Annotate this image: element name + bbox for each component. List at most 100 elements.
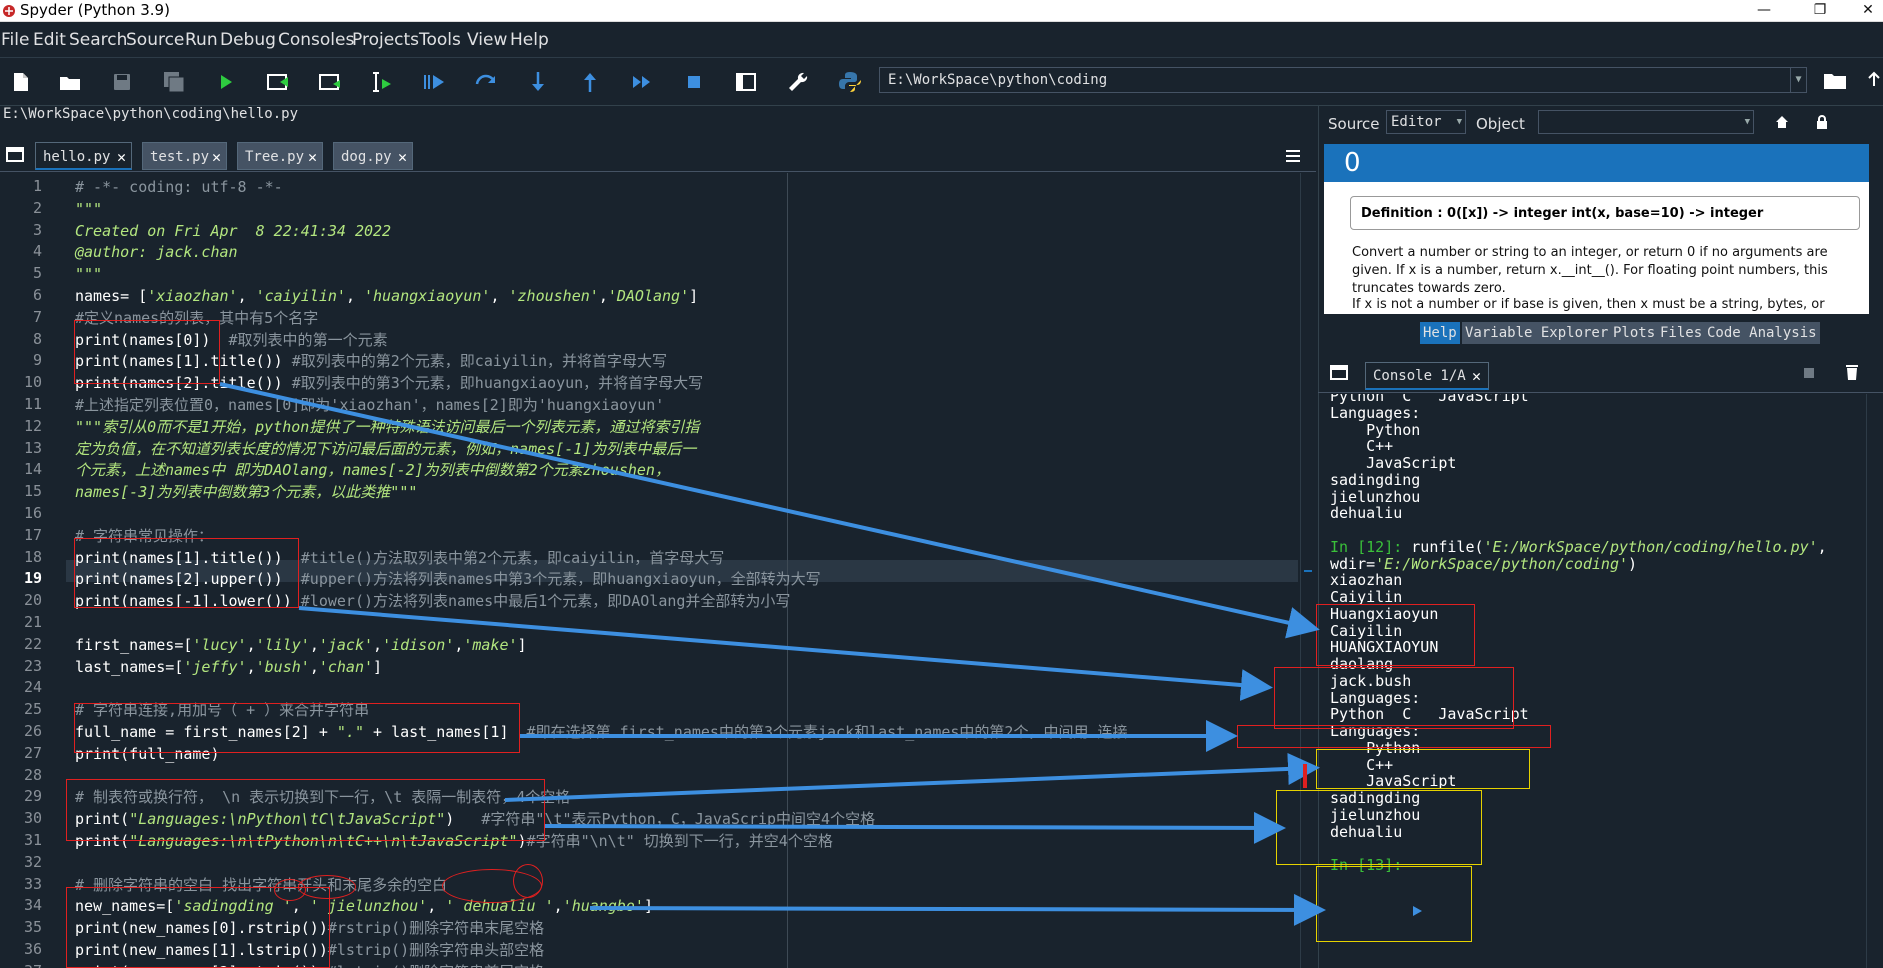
tab-code-analysis[interactable]: Code Analysis: [1704, 322, 1820, 344]
python-path-icon[interactable]: [836, 68, 864, 96]
code-token: #lower()方法将列表names中最后1个元素，即DAOlang并全部转为小…: [291, 592, 791, 611]
options-menu-icon[interactable]: [1284, 148, 1302, 164]
tab-dog-py[interactable]: dog.py ✕: [333, 142, 413, 170]
browse-tabs-icon[interactable]: [1330, 365, 1348, 381]
line-number: 25: [23, 700, 42, 719]
close-tab-icon[interactable]: ✕: [1472, 363, 1481, 389]
console-line: dehualiu: [1330, 503, 1402, 523]
menu-source[interactable]: Source: [126, 30, 184, 50]
object-combobox[interactable]: ▼: [1538, 110, 1754, 134]
help-title: 0: [1324, 144, 1869, 182]
code-token: #取列表中的第3个元素，即huangxiaoyun，并将首字母大写: [282, 374, 704, 393]
open-file-icon[interactable]: [56, 68, 84, 96]
stop-debug-icon[interactable]: [680, 68, 708, 96]
line-number: 26: [23, 722, 42, 740]
working-directory-combobox[interactable]: E:\WorkSpace\python\coding ▼: [879, 67, 1807, 93]
line-number: 23: [23, 656, 42, 675]
code-token: 'lily': [255, 635, 310, 654]
browse-folder-icon[interactable]: [1822, 68, 1848, 92]
line-number: 1: [32, 177, 42, 195]
run-cell-advance-icon[interactable]: [316, 68, 344, 96]
line-number: 7: [32, 307, 42, 326]
maximize-pane-icon[interactable]: [732, 68, 760, 96]
close-tab-icon[interactable]: ✕: [212, 143, 221, 171]
close-tab-icon[interactable]: ✕: [117, 143, 126, 171]
close-tab-icon[interactable]: ✕: [308, 143, 317, 171]
menu-view[interactable]: View: [467, 30, 507, 50]
code-line: """索引从0而不是1开始，python提供了一种特殊语法访问最后一个列表元素，…: [75, 417, 699, 438]
annotation-circle: [298, 875, 356, 899]
console-tab[interactable]: Console 1/A ✕: [1365, 362, 1489, 390]
run-selection-icon[interactable]: [368, 68, 396, 96]
tab-files[interactable]: Files: [1657, 322, 1706, 344]
chevron-down-icon[interactable]: ▼: [1790, 68, 1806, 92]
menu-debug[interactable]: Debug: [220, 30, 276, 50]
menu-projects[interactable]: Projects: [352, 30, 419, 50]
definition-text: Definition : 0([x]) -> integer int(x, ba…: [1361, 206, 1764, 221]
menu-search[interactable]: Search: [69, 30, 127, 50]
line-number: 4: [32, 242, 42, 261]
code-token: 'make': [463, 635, 518, 654]
browse-tabs-icon[interactable]: [6, 146, 24, 164]
console-tab-label: Console 1/A: [1373, 368, 1466, 384]
code-token: ,: [454, 635, 464, 654]
tab-help[interactable]: Help: [1420, 322, 1460, 344]
code-line: """: [75, 264, 102, 285]
tab-tree-py[interactable]: Tree.py ✕: [237, 142, 323, 170]
code-token: 'bush': [255, 657, 310, 676]
step-into-icon[interactable]: [524, 68, 552, 96]
minimize-button[interactable]: —: [1741, 0, 1787, 22]
annotation-box-yellow: [1276, 790, 1482, 865]
continue-icon[interactable]: [628, 68, 656, 96]
code-token: #upper()方法将列表names中第3个元素，即huangxiaoyun，全…: [282, 570, 821, 589]
save-icon[interactable]: [108, 68, 136, 96]
code-line: names[-3]为列表中倒数第3个元素，以此类推""": [75, 482, 417, 503]
annotation-box: [1316, 604, 1475, 666]
code-token: 'caiyilin': [255, 287, 346, 305]
console-scrollbar[interactable]: [1866, 394, 1880, 968]
close-button[interactable]: ✕: [1853, 0, 1883, 22]
debug-icon[interactable]: [420, 68, 448, 96]
code-token: 'chan': [318, 657, 374, 676]
maximize-button[interactable]: ❐: [1797, 0, 1843, 22]
save-all-icon[interactable]: [160, 68, 188, 96]
line-number: 22: [23, 634, 42, 653]
menu-consoles[interactable]: Consoles: [278, 30, 354, 50]
menu-edit[interactable]: Edit: [33, 30, 66, 50]
code-token: #即在选择第 first_names中的第3个元素jack和last_names…: [508, 723, 1128, 741]
line-number: 33: [23, 874, 42, 893]
remove-all-variables-icon[interactable]: [1844, 363, 1860, 381]
tab-plots[interactable]: Plots: [1610, 322, 1659, 344]
line-number: 27: [23, 743, 42, 762]
step-return-icon[interactable]: [576, 68, 604, 96]
source-combobox[interactable]: Editor ▼: [1386, 110, 1466, 134]
new-file-icon[interactable]: [6, 68, 34, 96]
close-tab-icon[interactable]: ✕: [398, 143, 407, 171]
code-token: #lstrip()删除字符串首尾空格: [319, 963, 544, 968]
code-line: Created on Fri Apr 8 22:41:34 2022: [75, 221, 391, 242]
step-icon[interactable]: [472, 68, 500, 96]
menu-file[interactable]: File: [1, 30, 29, 50]
line-number: 37: [0, 962, 42, 968]
help-paragraph: If x is not a number or if base is given…: [1352, 297, 1825, 312]
tab-hello-py[interactable]: hello.py ✕: [35, 142, 132, 170]
code-token: """索引从0而不是1开始，python提供了一种特殊语法访问最后一个列表元素，…: [75, 417, 700, 436]
menu-help[interactable]: Help: [510, 30, 549, 50]
tab-label: test.py: [150, 149, 210, 165]
menu-tools[interactable]: Tools: [419, 30, 461, 50]
lock-icon[interactable]: [1814, 114, 1830, 130]
run-cell-icon[interactable]: [264, 68, 292, 96]
stop-kernel-icon[interactable]: [1802, 366, 1816, 380]
menu-run[interactable]: Run: [185, 30, 218, 50]
code-token: #取列表中的第一个元素: [228, 330, 388, 349]
tab-test-py[interactable]: test.py ✕: [142, 142, 227, 170]
title-bar: Spyder (Python 3.9) — ❐ ✕: [0, 0, 1883, 22]
parent-directory-icon[interactable]: [1865, 68, 1883, 92]
run-icon[interactable]: [212, 68, 240, 96]
line-number: 13: [23, 438, 42, 457]
code-token: ]: [689, 287, 699, 305]
tab-variable-explorer[interactable]: Variable Explorer: [1462, 322, 1612, 344]
preferences-wrench-icon[interactable]: [784, 68, 812, 96]
line-number: 6: [32, 286, 42, 304]
home-icon[interactable]: [1774, 114, 1790, 130]
